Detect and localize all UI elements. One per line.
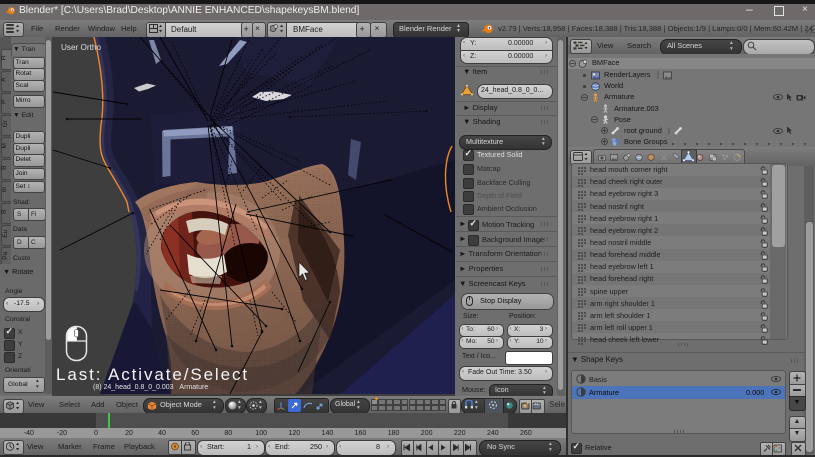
svg-text:Last: Activate/Select: Last: Activate/Select xyxy=(56,365,249,384)
svg-text:(8) 24_head_0.8_0_0.003 Arma: (8) 24_head_0.8_0_0.003 Armature xyxy=(93,384,208,391)
svg-text:User Ortho: User Ortho xyxy=(61,43,101,52)
